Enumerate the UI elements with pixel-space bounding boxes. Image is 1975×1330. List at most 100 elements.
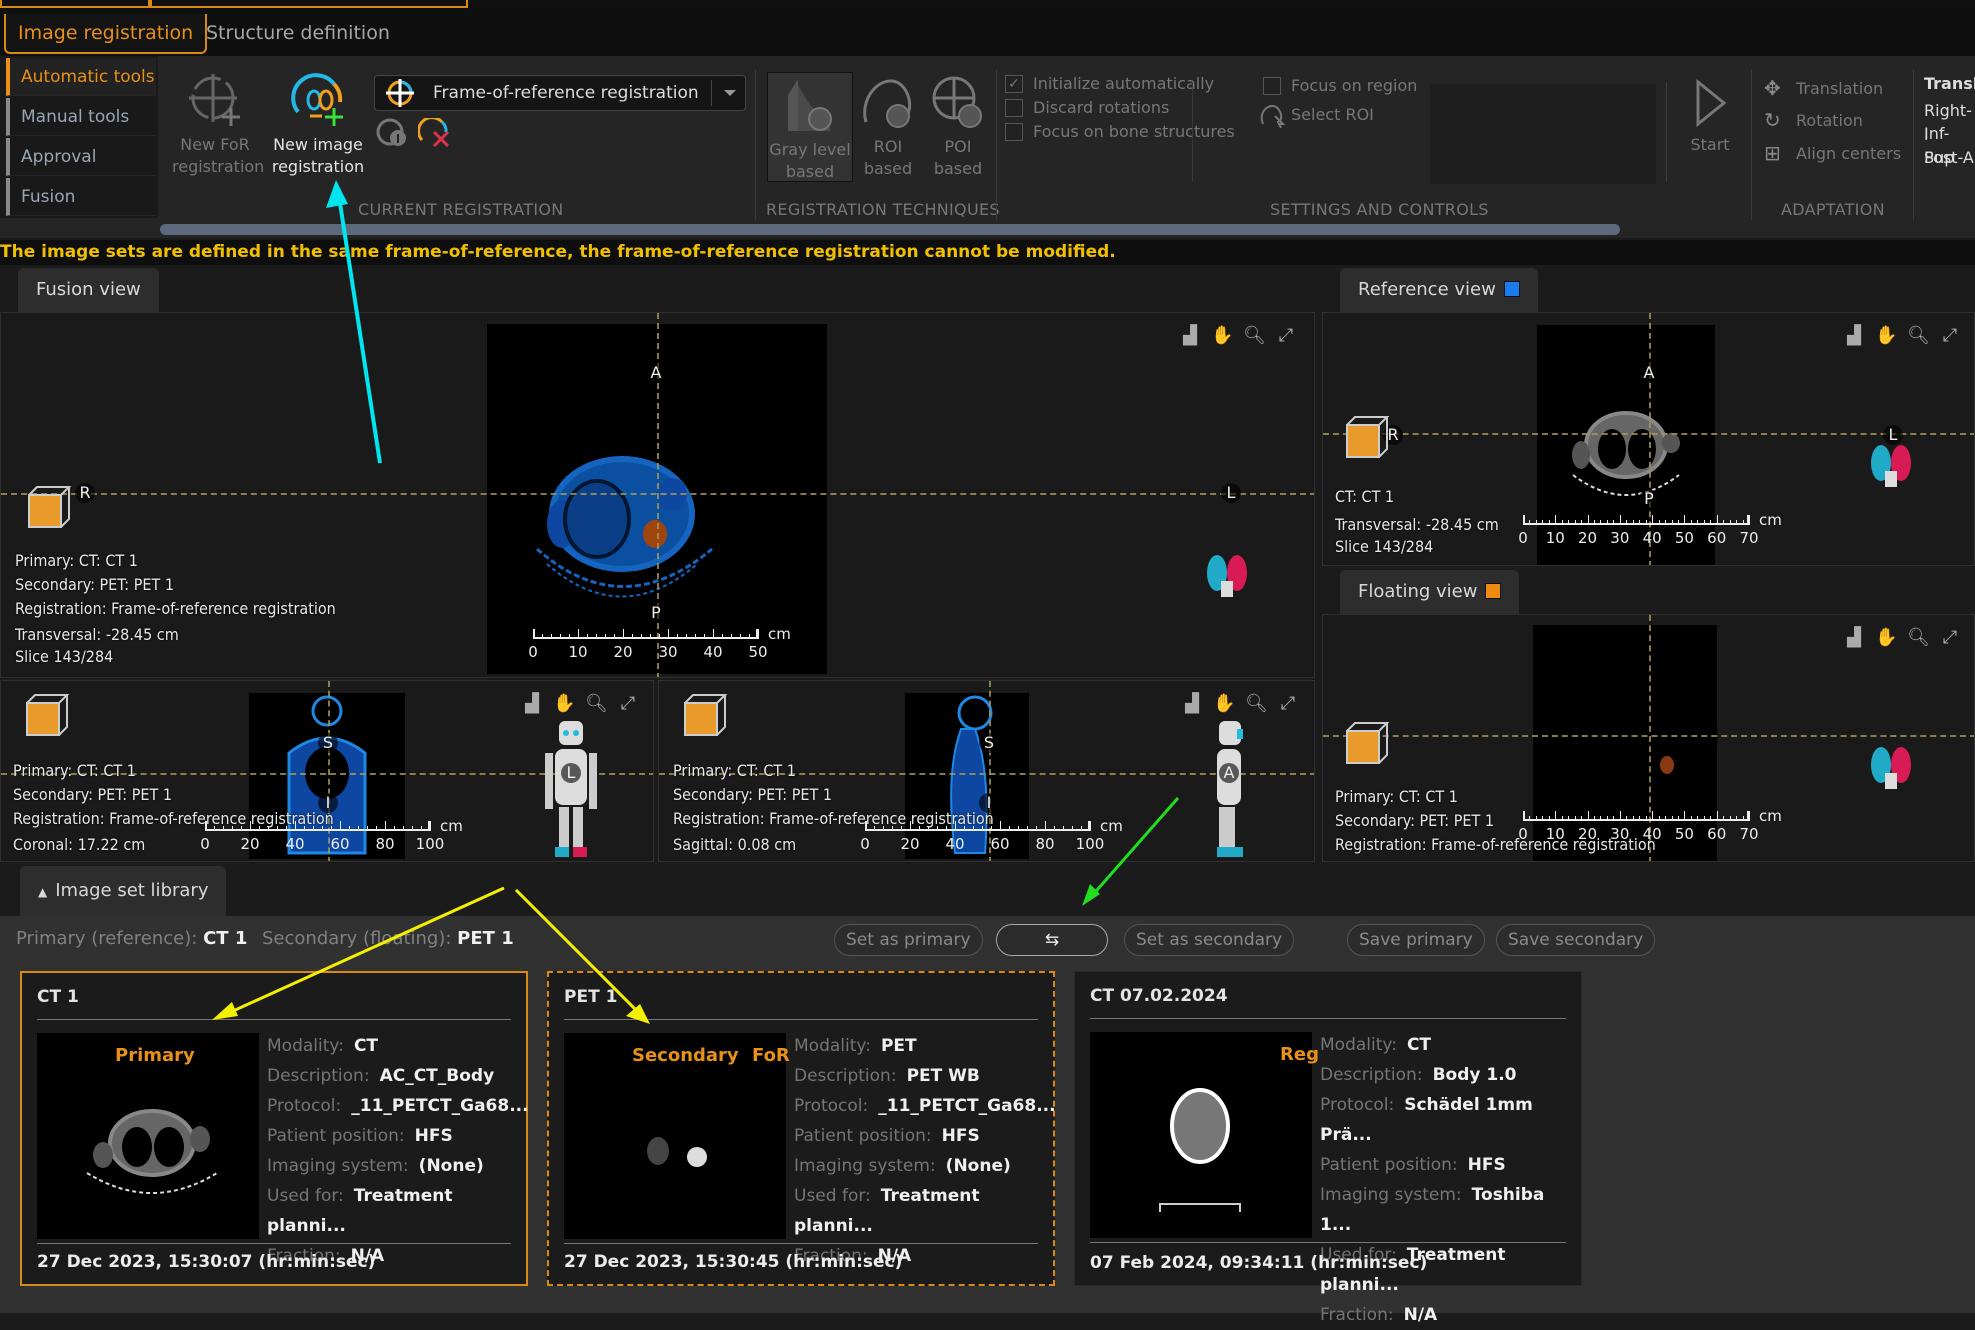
orientation-cube-icon[interactable]: [1341, 413, 1391, 463]
sidenav-fusion[interactable]: Fusion: [6, 178, 156, 216]
orientation-cube-icon[interactable]: [21, 691, 71, 741]
ruler-tick: [1716, 515, 1718, 525]
technique-poi[interactable]: POI based: [926, 74, 990, 180]
fullscreen-icon[interactable]: ⤢: [1275, 325, 1297, 346]
ruler-tick: [1063, 826, 1064, 831]
rotation-button[interactable]: ↻ Rotation: [1764, 110, 1863, 132]
set-as-secondary-button[interactable]: Set as secondary: [1124, 924, 1295, 956]
ruler-tick: [1054, 826, 1055, 831]
reference-color-swatch: [1503, 281, 1520, 297]
sidenav-automatic-tools[interactable]: Automatic tools: [6, 58, 156, 96]
pan-hand-icon[interactable]: ✋: [553, 693, 575, 714]
property-key: Imaging system:: [794, 1156, 936, 1176]
registration-select[interactable]: Frame-of-reference registration: [374, 75, 746, 111]
ruler-tick: [578, 629, 579, 639]
pan-hand-icon[interactable]: ✋: [1875, 627, 1897, 648]
tab-floating-view[interactable]: Floating view: [1340, 570, 1520, 614]
divider: [37, 1019, 511, 1020]
property-row: Imaging system: Toshiba 1...: [1320, 1180, 1581, 1240]
histogram-icon[interactable]: ▟: [1843, 627, 1865, 648]
for-registration-icon: [386, 79, 414, 107]
ruler-tick: [358, 826, 359, 831]
pan-hand-icon[interactable]: ✋: [1211, 325, 1233, 346]
delete-registration-icon[interactable]: [418, 118, 452, 148]
ribbon-scrollbar[interactable]: [160, 224, 1620, 235]
property-key: Description:: [267, 1066, 370, 1086]
floating-color-swatch: [1485, 583, 1502, 599]
pan-hand-icon[interactable]: ✋: [1875, 325, 1897, 346]
overlay-primary: Primary: CT: CT 1: [15, 551, 138, 570]
divider: [1751, 70, 1752, 220]
discard-rotations-checkbox[interactable]: Discard rotations: [1005, 97, 1169, 119]
new-image-registration-button[interactable]: New image registration: [270, 72, 366, 178]
property-value: (None): [418, 1156, 484, 1176]
property-key: Imaging system:: [267, 1156, 409, 1176]
align-centers-button[interactable]: ⊞ Align centers: [1764, 143, 1901, 165]
new-for-registration-button[interactable]: New FoR registration: [172, 72, 264, 178]
histogram-icon[interactable]: ▟: [1179, 325, 1201, 346]
image-set-card-ct-2024[interactable]: CT 07.02.2024 Reg Modality: CT Description…: [1074, 971, 1582, 1325]
ruler-tick: [569, 634, 570, 639]
histogram-icon[interactable]: ▟: [1181, 693, 1203, 714]
ruler-tick: [1665, 816, 1667, 821]
fullscreen-icon[interactable]: ⤢: [1277, 693, 1299, 714]
translation-button[interactable]: ✥ Translation: [1764, 78, 1883, 100]
orientation-cube-icon[interactable]: [23, 483, 73, 533]
reference-viewport[interactable]: A P R L CT: CT 1 Transversal: -28.45 cm …: [1322, 312, 1975, 566]
fusion-coronal-viewport[interactable]: S I Primary: CT: CT 1 Secondary: PET: PE…: [0, 680, 654, 862]
focus-on-region-checkbox[interactable]: Focus on region: [1263, 75, 1417, 97]
technique-roi[interactable]: ROI based: [856, 74, 920, 180]
sidenav-manual-tools[interactable]: Manual tools: [6, 98, 156, 136]
fullscreen-icon[interactable]: ⤢: [1939, 325, 1961, 346]
zoom-icon[interactable]: 🔍︎: [1907, 325, 1930, 346]
registration-info-icon[interactable]: [376, 118, 410, 148]
set-as-primary-button[interactable]: Set as primary: [834, 924, 983, 956]
image-set-card-pet1[interactable]: PET 1 Secondary FoR Modality: PET Descript…: [547, 971, 1056, 1286]
select-roi-button[interactable]: Select ROI: [1260, 104, 1374, 128]
tab-image-registration[interactable]: Image registration: [4, 14, 208, 54]
histogram-icon[interactable]: ▟: [1843, 325, 1865, 346]
sidenav-approval[interactable]: Approval: [6, 138, 156, 176]
orientation-cube-icon[interactable]: [1341, 719, 1391, 769]
zoom-icon[interactable]: 🔍︎: [1243, 325, 1266, 346]
ruler-label: 80: [1035, 835, 1055, 853]
ruler-tick: [1723, 520, 1725, 525]
zoom-icon[interactable]: 🔍︎: [1907, 627, 1930, 648]
ruler-tick: [1606, 520, 1608, 525]
library-tab-label: Image set library: [55, 880, 209, 901]
fullscreen-icon[interactable]: ⤢: [617, 693, 639, 714]
ruler-tick: [1665, 520, 1667, 525]
zoom-icon[interactable]: 🔍︎: [585, 693, 608, 714]
image-set-card-ct1[interactable]: CT 1 Primary Modality: CT Description: AC_C…: [20, 971, 529, 1286]
divider: [996, 70, 997, 220]
ruler-tick: [677, 634, 678, 639]
orientation-cube-icon[interactable]: [679, 691, 729, 741]
start-button[interactable]: Start: [1682, 78, 1738, 156]
orientation-label-bottom: P: [646, 603, 666, 623]
property-value: Body 1.0: [1432, 1065, 1517, 1085]
tab-reference-view[interactable]: Reference view: [1340, 268, 1538, 312]
initialize-automatically-checkbox[interactable]: ✓ Initialize automatically: [1005, 73, 1214, 95]
histogram-icon[interactable]: ▟: [521, 693, 543, 714]
tab-fusion-view[interactable]: Fusion view: [18, 268, 159, 312]
tab-structure-definition[interactable]: Structure definition: [194, 14, 402, 54]
technique-gray-level[interactable]: Gray level based: [767, 72, 853, 182]
save-secondary-button[interactable]: Save secondary: [1496, 924, 1656, 956]
pan-hand-icon[interactable]: ✋: [1213, 693, 1235, 714]
reg-badge: Reg: [1280, 1044, 1319, 1065]
save-primary-button[interactable]: Save primary: [1347, 924, 1485, 956]
property-value: _11_PETCT_Ga68...: [351, 1096, 529, 1116]
swap-button[interactable]: ⇆: [996, 924, 1108, 956]
zoom-icon[interactable]: 🔍︎: [1245, 693, 1268, 714]
chevron-down-icon[interactable]: [711, 80, 745, 106]
property-key: Protocol:: [794, 1096, 869, 1116]
image-set-library-toggle[interactable]: ▲ Image set library: [20, 866, 227, 916]
floating-viewport[interactable]: Primary: CT: CT 1 Secondary: PET: PET 1 …: [1322, 614, 1975, 862]
orientation-label-top: A: [1639, 363, 1659, 383]
fusion-sagittal-viewport[interactable]: S I Primary: CT: CT 1 Secondary: PET: PE…: [658, 680, 1315, 862]
ruler-tick: [991, 826, 992, 831]
focus-bone-checkbox[interactable]: Focus on bone structures: [1005, 121, 1235, 143]
fusion-transversal-viewport[interactable]: A P R L Primary: CT: CT 1 Secondary: PET…: [0, 312, 1315, 678]
ruler-tick: [740, 634, 741, 639]
fullscreen-icon[interactable]: ⤢: [1939, 627, 1961, 648]
